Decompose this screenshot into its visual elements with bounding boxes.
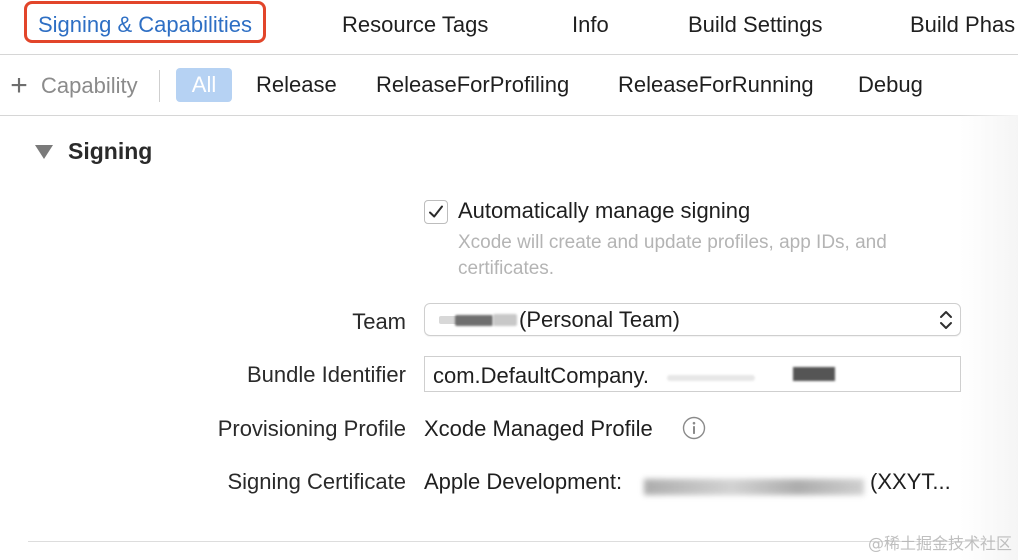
redacted-mark [455, 315, 493, 326]
tab-signing-capabilities[interactable]: Signing & Capabilities [24, 1, 267, 43]
redacted-mark [667, 375, 755, 381]
redacted-mark [644, 479, 864, 495]
plus-icon: + [10, 69, 28, 102]
tab-build-phases[interactable]: Build Phas [910, 0, 1015, 50]
config-filter-release-for-profiling[interactable]: ReleaseForProfiling [376, 68, 569, 102]
signing-certificate-label: Signing Certificate [227, 469, 406, 494]
signing-certificate-value-prefix: Apple Development: [424, 469, 623, 494]
tab-info[interactable]: Info [572, 0, 609, 50]
disclosure-triangle-icon[interactable] [35, 145, 53, 159]
team-popup-button[interactable]: (Personal Team) [424, 303, 961, 336]
configuration-filter-bar: + Capability All Release ReleaseForProfil… [0, 55, 1018, 116]
config-filter-debug[interactable]: Debug [858, 68, 923, 102]
edge-shadow [960, 115, 1018, 560]
section-divider [28, 541, 998, 542]
team-value: (Personal Team) [519, 307, 680, 332]
config-filter-release-for-running[interactable]: ReleaseForRunning [618, 68, 814, 102]
config-filter-all[interactable]: All [176, 68, 232, 102]
team-label: Team [352, 309, 406, 334]
add-capability-button[interactable]: + Capability [7, 68, 138, 104]
checkmark-icon [429, 205, 443, 218]
bundle-identifier-label: Bundle Identifier [247, 362, 406, 387]
provisioning-profile-label: Provisioning Profile [217, 416, 406, 441]
redacted-mark [493, 314, 517, 326]
auto-manage-signing-description: Xcode will create and update profiles, a… [458, 232, 887, 279]
editor-tab-bar: Signing & Capabilities Resource Tags Inf… [0, 0, 1018, 55]
chevron-updown-icon [940, 311, 952, 329]
tab-resource-tags[interactable]: Resource Tags [342, 0, 488, 50]
section-title-signing: Signing [68, 138, 153, 164]
info-icon[interactable] [682, 416, 706, 440]
auto-manage-signing-label: Automatically manage signing [458, 198, 751, 223]
divider [159, 70, 160, 102]
add-capability-label: Capability [41, 73, 138, 98]
redacted-mark [793, 367, 835, 381]
provisioning-profile-value: Xcode Managed Profile [424, 416, 653, 441]
watermark: @稀土掘金技术社区 [867, 534, 1012, 553]
config-filter-release[interactable]: Release [256, 68, 337, 102]
signing-certificate-value-suffix: (XXYT... [870, 469, 951, 494]
tab-build-settings[interactable]: Build Settings [688, 0, 823, 50]
auto-manage-signing-checkbox[interactable] [424, 200, 448, 224]
bundle-identifier-value: com.DefaultCompany. [433, 363, 650, 388]
bundle-identifier-field[interactable]: com.DefaultCompany. [424, 356, 961, 392]
